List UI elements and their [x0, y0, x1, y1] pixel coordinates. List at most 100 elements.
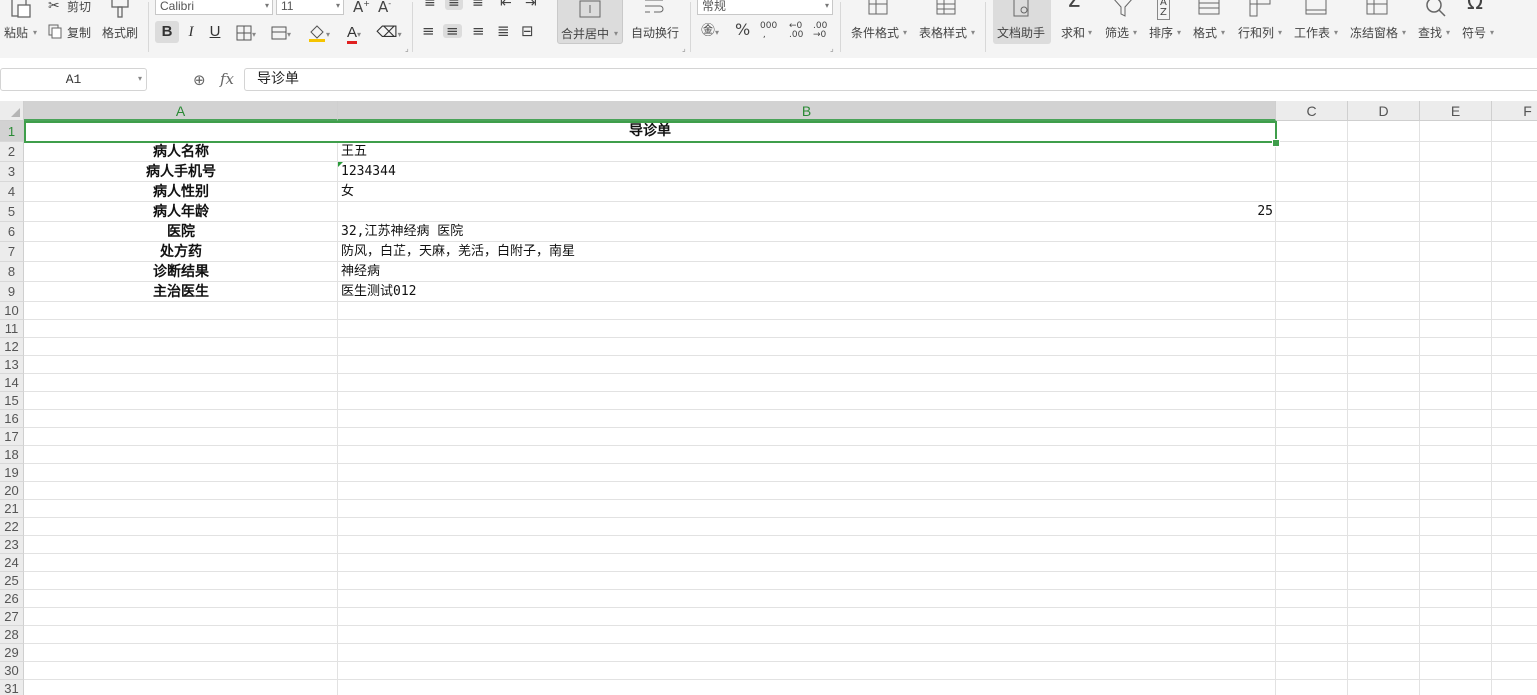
formula-input[interactable]: 导诊单 [244, 68, 1537, 91]
percent-icon[interactable]: % [735, 22, 750, 38]
decrease-decimal-icon[interactable]: .00 →0 [813, 22, 827, 40]
justify-icon[interactable]: ≣ [497, 24, 510, 39]
row-header-31[interactable]: 31 [0, 680, 24, 695]
value-cell[interactable]: 神经病 [341, 262, 380, 282]
fill-handle[interactable] [1272, 139, 1280, 147]
cell-style-button[interactable]: ▾ [266, 21, 296, 43]
row-header-29[interactable]: 29 [0, 644, 24, 662]
underline-button[interactable]: U [203, 21, 227, 43]
row-header-2[interactable]: 2 [0, 142, 24, 162]
find-button[interactable]: 查找 ▾ [1416, 0, 1456, 44]
bold-button[interactable]: B [155, 21, 179, 43]
value-cell[interactable]: 25 [338, 202, 1273, 222]
symbol-button[interactable]: Ω 符号 ▾ [1460, 0, 1500, 44]
align-bottom-icon[interactable]: ≡ [472, 0, 484, 10]
sum-button[interactable]: Σ 求和 ▾ [1058, 0, 1098, 44]
zoom-formula-icon[interactable]: ⊕ [193, 71, 206, 89]
clear-button[interactable]: ⌫▾ [374, 21, 404, 43]
border-button[interactable]: ▾ [231, 21, 261, 43]
font-size-select[interactable]: 11 ▾ [276, 0, 344, 15]
table-style-button[interactable]: 表格样式 ▾ [916, 0, 978, 44]
filter-button[interactable]: 筛选 ▾ [1104, 0, 1144, 44]
label-cell[interactable]: 主治医生 [25, 282, 337, 302]
format-painter-button[interactable]: 格式刷 [100, 0, 142, 44]
font-color-button[interactable]: A▾ [339, 21, 369, 44]
increase-indent-icon[interactable]: ⇥ [525, 0, 537, 10]
align-right-icon[interactable]: ≡ [472, 24, 485, 39]
label-cell[interactable]: 病人名称 [25, 142, 337, 162]
label-cell[interactable]: 病人年龄 [25, 202, 337, 222]
doc-assistant-button[interactable]: 文档助手 [993, 0, 1051, 44]
label-cell[interactable]: 医院 [25, 222, 337, 242]
row-header-27[interactable]: 27 [0, 608, 24, 626]
align-middle-icon[interactable]: ≡ [445, 0, 463, 10]
cut-button[interactable]: ✂ 剪切 [48, 0, 96, 16]
column-header-c[interactable]: C [1276, 101, 1348, 121]
rows-cols-button[interactable]: 行和列 ▾ [1236, 0, 1286, 44]
row-header-23[interactable]: 23 [0, 536, 24, 554]
sort-button[interactable]: AZ 排序 ▾ [1148, 0, 1188, 44]
select-all-corner[interactable] [0, 101, 24, 121]
worksheet-button[interactable]: 工作表 ▾ [1292, 0, 1342, 44]
column-header-a[interactable]: A [24, 101, 338, 121]
fill-color-button[interactable]: ▾ [304, 21, 334, 43]
align-left-icon[interactable]: ≡ [422, 24, 435, 39]
row-header-20[interactable]: 20 [0, 482, 24, 500]
currency-icon[interactable]: ㊎▾ [701, 24, 719, 40]
format-button[interactable]: 格式 ▾ [1192, 0, 1232, 44]
label-cell[interactable]: 病人性别 [25, 182, 337, 202]
label-cell[interactable]: 诊断结果 [25, 262, 337, 282]
row-header-11[interactable]: 11 [0, 320, 24, 338]
row-header-14[interactable]: 14 [0, 374, 24, 392]
wrap-text-button[interactable]: 自动换行 [628, 0, 682, 44]
row-header-15[interactable]: 15 [0, 392, 24, 410]
row-header-8[interactable]: 8 [0, 262, 24, 282]
row-header-7[interactable]: 7 [0, 242, 24, 262]
label-cell[interactable]: 处方药 [25, 242, 337, 262]
value-cell[interactable]: 王五 [341, 142, 367, 162]
spreadsheet-grid[interactable]: ABCDEF 1 2 3 4 5 6 7 8 9 10 11 12 13 14 15 16 17 18 19 20 21… [0, 101, 1537, 695]
thousands-icon[interactable]: 000 , [760, 22, 777, 40]
row-header-3[interactable]: 3 [0, 162, 24, 182]
label-cell[interactable]: 病人手机号 [25, 162, 337, 182]
decrease-font-icon[interactable]: A- [378, 0, 391, 15]
value-cell[interactable]: 1234344 [341, 162, 396, 182]
row-header-30[interactable]: 30 [0, 662, 24, 680]
paste-button[interactable]: 粘贴 ▾ [2, 0, 42, 44]
copy-button[interactable]: 复制 [48, 24, 96, 42]
column-header-b[interactable]: B [338, 101, 1276, 121]
column-header-e[interactable]: E [1420, 101, 1492, 121]
row-header-9[interactable]: 9 [0, 282, 24, 302]
row-header-6[interactable]: 6 [0, 222, 24, 242]
value-cell[interactable]: 女 [341, 182, 354, 202]
value-cell[interactable]: 防风，白芷，天麻，羌活，白附子，南星 [341, 242, 575, 262]
row-header-22[interactable]: 22 [0, 518, 24, 536]
italic-button[interactable]: I [179, 21, 203, 43]
row-header-28[interactable]: 28 [0, 626, 24, 644]
row-header-10[interactable]: 10 [0, 302, 24, 320]
conditional-format-button[interactable]: 条件格式 ▾ [848, 0, 910, 44]
row-header-26[interactable]: 26 [0, 590, 24, 608]
number-format-select[interactable]: 常规 ▾ [697, 0, 833, 15]
distributed-icon[interactable]: ⊟ [521, 24, 534, 39]
column-header-f[interactable]: F [1492, 101, 1537, 121]
row-header-5[interactable]: 5 [0, 202, 24, 222]
row-header-24[interactable]: 24 [0, 554, 24, 572]
decrease-indent-icon[interactable]: ⇤ [500, 0, 512, 10]
row-header-21[interactable]: 21 [0, 500, 24, 518]
row-header-25[interactable]: 25 [0, 572, 24, 590]
row-header-19[interactable]: 19 [0, 464, 24, 482]
name-box[interactable]: A1 ▾ [0, 68, 147, 91]
value-cell[interactable]: 32,江苏神经病 医院 [341, 222, 463, 242]
row-header-17[interactable]: 17 [0, 428, 24, 446]
row-header-4[interactable]: 4 [0, 182, 24, 202]
merge-center-button[interactable]: 合并居中 ▾ [557, 0, 623, 44]
increase-font-icon[interactable]: A+ [353, 0, 370, 15]
row-header-13[interactable]: 13 [0, 356, 24, 374]
row-header-16[interactable]: 16 [0, 410, 24, 428]
row-header-18[interactable]: 18 [0, 446, 24, 464]
row-header-12[interactable]: 12 [0, 338, 24, 356]
font-name-select[interactable]: Calibri ▾ [155, 0, 273, 15]
increase-decimal-icon[interactable]: ←0.00 [789, 22, 803, 40]
fx-icon[interactable]: fx [220, 70, 234, 88]
